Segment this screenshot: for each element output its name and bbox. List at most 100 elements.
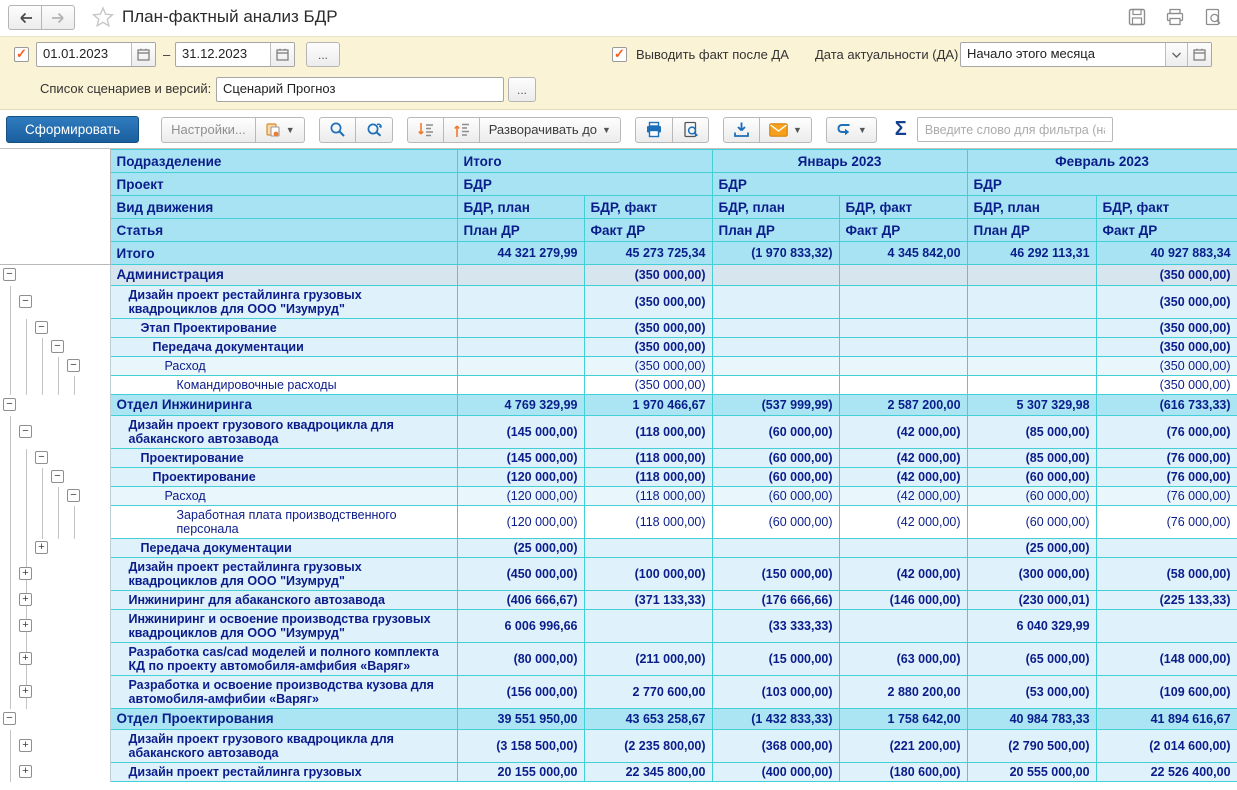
variants-button[interactable]: ▼ <box>254 116 305 143</box>
chevron-down-icon[interactable] <box>1165 43 1187 66</box>
actuality-combo[interactable]: Начало этого месяца <box>960 42 1212 67</box>
value-cell[interactable]: 2 587 200,00 <box>838 394 968 416</box>
value-cell[interactable]: (350 000,00) <box>583 375 713 395</box>
value-cell[interactable]: (118 000,00) <box>583 486 713 506</box>
value-cell[interactable]: (42 000,00) <box>838 486 968 506</box>
value-cell[interactable]: (118 000,00) <box>583 467 713 487</box>
value-cell[interactable]: (350 000,00) <box>1095 375 1237 395</box>
row-name-cell[interactable]: Инжиниринг для абаканского автозавода <box>109 590 458 610</box>
value-cell[interactable]: (148 000,00) <box>1095 642 1237 676</box>
row-name-cell[interactable]: Командировочные расходы <box>109 375 458 395</box>
value-cell[interactable] <box>456 356 585 376</box>
row-name-cell[interactable]: Этап Проектирование <box>109 318 458 338</box>
tree-expander-minus[interactable]: − <box>67 489 80 502</box>
period-more-button[interactable]: ... <box>306 42 340 67</box>
value-cell[interactable]: (230 000,01) <box>966 590 1097 610</box>
fact-after-checkbox[interactable]: ✓ <box>612 47 627 62</box>
calendar-icon[interactable] <box>131 43 155 66</box>
value-cell[interactable] <box>966 318 1097 338</box>
generate-button[interactable]: Сформировать <box>6 116 140 143</box>
row-name-cell[interactable]: Дизайн проект рестайлинга грузовых квадр… <box>109 557 458 591</box>
value-cell[interactable]: (350 000,00) <box>1095 285 1237 319</box>
row-name-cell[interactable]: Проектирование <box>109 467 458 487</box>
value-cell[interactable] <box>711 356 840 376</box>
value-cell[interactable]: 6 040 329,99 <box>966 609 1097 643</box>
value-cell[interactable]: (60 000,00) <box>711 505 840 539</box>
period-checkbox[interactable]: ✓ <box>14 47 29 62</box>
row-name-cell[interactable]: Расход <box>109 486 458 506</box>
value-cell[interactable]: 6 006 996,66 <box>456 609 585 643</box>
value-cell[interactable] <box>711 337 840 357</box>
value-cell[interactable] <box>1095 609 1237 643</box>
collapse-rows-button[interactable] <box>406 116 444 143</box>
value-cell[interactable]: (537 999,99) <box>711 394 840 416</box>
quick-filter-input[interactable] <box>916 117 1113 142</box>
value-cell[interactable] <box>838 264 968 286</box>
actuality-value[interactable]: Начало этого месяца <box>961 43 1165 66</box>
value-cell[interactable]: (42 000,00) <box>838 448 968 468</box>
tree-expander-plus[interactable]: + <box>19 652 32 665</box>
cancel-search-button[interactable] <box>354 116 393 143</box>
value-cell[interactable]: (180 600,00) <box>838 762 968 782</box>
value-cell[interactable]: (1 432 833,33) <box>711 708 840 730</box>
tree-expander-plus[interactable]: + <box>19 593 32 606</box>
value-cell[interactable] <box>711 318 840 338</box>
value-cell[interactable] <box>838 538 968 558</box>
value-cell[interactable]: (118 000,00) <box>583 505 713 539</box>
value-cell[interactable]: (42 000,00) <box>838 415 968 449</box>
value-cell[interactable]: (400 000,00) <box>711 762 840 782</box>
value-cell[interactable] <box>838 356 968 376</box>
value-cell[interactable]: 20 155 000,00 <box>456 762 585 782</box>
expand-to-button[interactable]: Разворачивать до ▼ <box>478 116 621 143</box>
value-cell[interactable] <box>456 264 585 286</box>
decrypt-button[interactable]: ▼ <box>825 116 877 143</box>
period-to-field[interactable]: 31.12.2023 <box>175 42 295 67</box>
value-cell[interactable]: (76 000,00) <box>1095 467 1237 487</box>
value-cell[interactable]: (406 666,67) <box>456 590 585 610</box>
value-cell[interactable]: (80 000,00) <box>456 642 585 676</box>
value-cell[interactable]: (25 000,00) <box>966 538 1097 558</box>
value-cell[interactable] <box>456 318 585 338</box>
row-name-cell[interactable]: Отдел Инжиниринга <box>109 394 458 416</box>
value-cell[interactable]: (350 000,00) <box>583 318 713 338</box>
value-cell[interactable]: (3 158 500,00) <box>456 729 585 763</box>
value-cell[interactable] <box>456 375 585 395</box>
value-cell[interactable] <box>583 609 713 643</box>
value-cell[interactable]: (120 000,00) <box>456 486 585 506</box>
value-cell[interactable] <box>966 264 1097 286</box>
value-cell[interactable]: (60 000,00) <box>711 415 840 449</box>
print-icon[interactable] <box>1165 7 1185 27</box>
value-cell[interactable]: (60 000,00) <box>966 467 1097 487</box>
scenario-field[interactable]: Сценарий Прогноз <box>216 77 504 102</box>
value-cell[interactable]: (350 000,00) <box>1095 264 1237 286</box>
value-cell[interactable]: (176 666,66) <box>711 590 840 610</box>
print-preview-button[interactable] <box>671 116 709 143</box>
value-cell[interactable]: (33 333,33) <box>711 609 840 643</box>
tree-expander-plus[interactable]: + <box>19 619 32 632</box>
forward-button[interactable] <box>41 5 75 30</box>
value-cell[interactable]: 20 555 000,00 <box>966 762 1097 782</box>
search-button[interactable] <box>318 116 356 143</box>
value-cell[interactable] <box>711 538 840 558</box>
row-name-cell[interactable]: Дизайн проект рестайлинга грузовых квадр… <box>109 285 458 319</box>
row-name-cell[interactable]: Администрация <box>109 264 458 286</box>
tree-expander-minus[interactable]: − <box>35 451 48 464</box>
row-name-cell[interactable]: Дизайн проект грузового квадроцикла для … <box>109 729 458 763</box>
value-cell[interactable]: 4 769 329,99 <box>456 394 585 416</box>
expand-rows-button[interactable] <box>442 116 480 143</box>
value-cell[interactable]: 1 970 466,67 <box>583 394 713 416</box>
period-from-field[interactable]: 01.01.2023 <box>36 42 156 67</box>
value-cell[interactable]: (100 000,00) <box>583 557 713 591</box>
favorite-star-icon[interactable] <box>92 6 114 28</box>
tree-expander-plus[interactable]: + <box>19 739 32 752</box>
value-cell[interactable]: (145 000,00) <box>456 448 585 468</box>
save-result-button[interactable] <box>722 116 760 143</box>
value-cell[interactable]: 39 551 950,00 <box>456 708 585 730</box>
calendar-icon[interactable] <box>1187 43 1211 66</box>
value-cell[interactable]: (15 000,00) <box>711 642 840 676</box>
value-cell[interactable]: 43 653 258,67 <box>583 708 713 730</box>
value-cell[interactable]: (42 000,00) <box>838 557 968 591</box>
value-cell[interactable]: (53 000,00) <box>966 675 1097 709</box>
tree-expander-plus[interactable]: + <box>19 685 32 698</box>
row-name-cell[interactable]: Заработная плата производственного персо… <box>109 505 458 539</box>
